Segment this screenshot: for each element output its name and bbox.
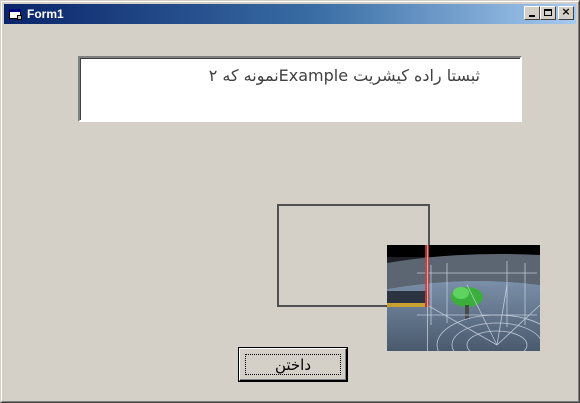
3d-scene-picture: [387, 245, 540, 351]
window-title: Form1: [27, 7, 64, 21]
form1-window: Form1 × ثبستا راده كيشريت Exampleنمونه ك…: [0, 0, 580, 403]
minimize-icon: [529, 15, 535, 17]
action-button-label: داختن: [274, 356, 312, 374]
minimize-button[interactable]: [524, 6, 540, 20]
picture-box: [387, 245, 540, 351]
maximize-button[interactable]: [540, 6, 556, 20]
focus-rectangle: [245, 354, 341, 375]
caption-buttons: ×: [524, 5, 574, 20]
title-bar[interactable]: Form1 ×: [4, 4, 576, 24]
maximize-icon: [544, 9, 552, 16]
action-button[interactable]: داختن: [238, 347, 348, 382]
close-icon: ×: [561, 5, 571, 18]
text-input-value: ثبستا راده كيشريت Exampleنمونه كه ٢: [208, 66, 480, 85]
form-app-icon[interactable]: [8, 7, 24, 21]
text-input[interactable]: ثبستا راده كيشريت Exampleنمونه كه ٢: [77, 55, 523, 123]
close-button[interactable]: ×: [558, 5, 574, 20]
